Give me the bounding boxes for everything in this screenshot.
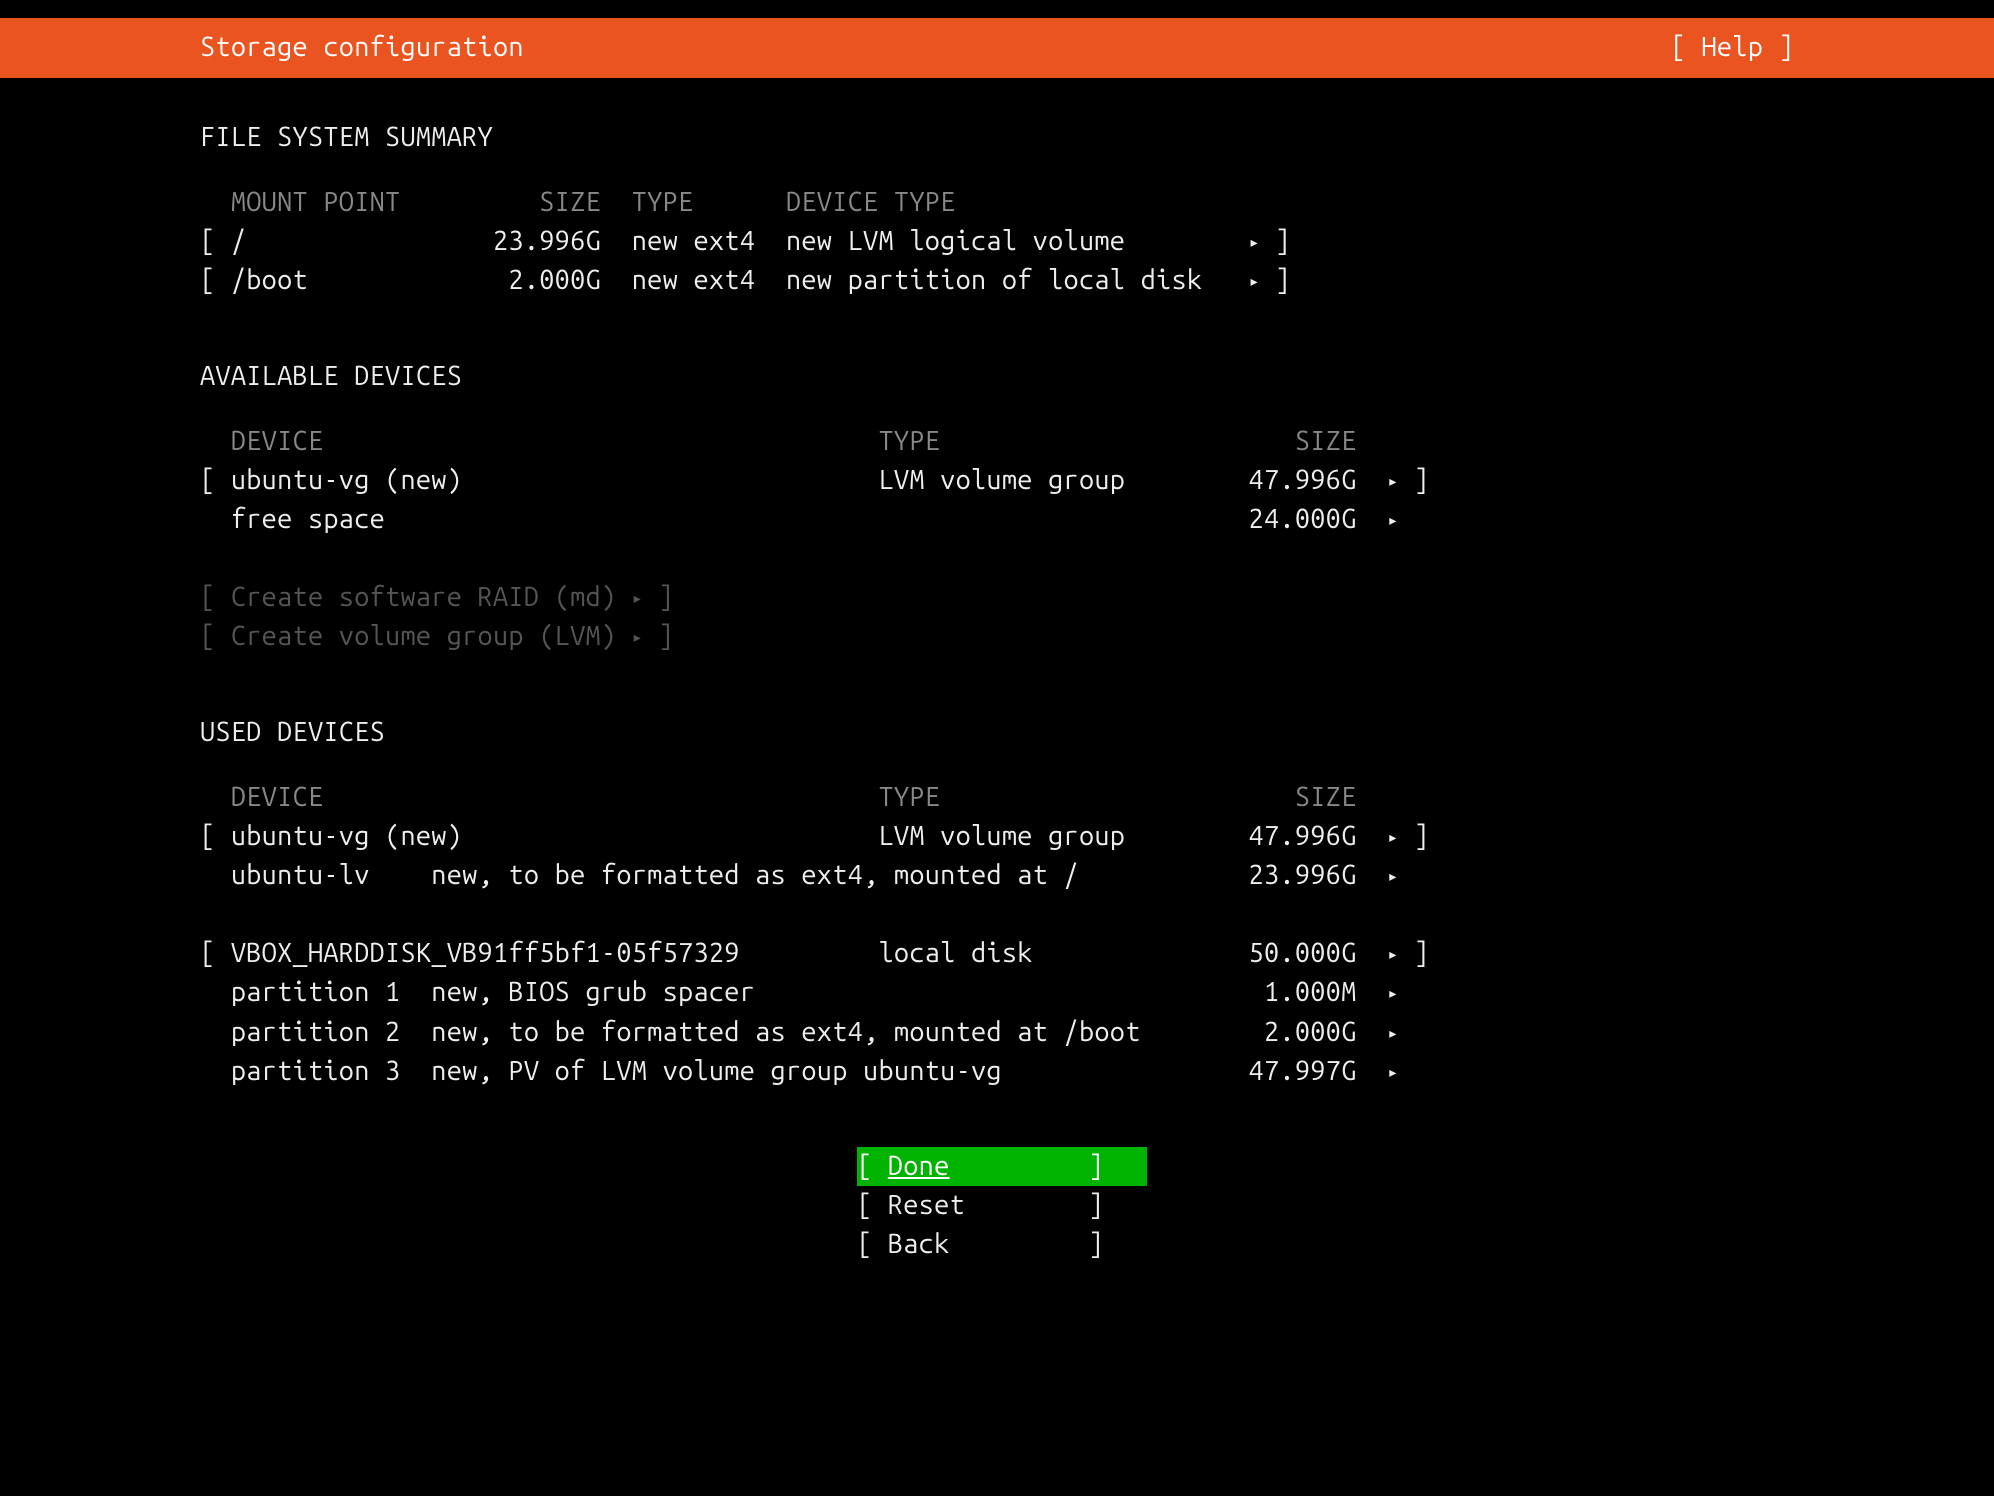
section-title-used: USED DEVICES <box>200 713 1804 752</box>
back-button[interactable]: [ Back ] <box>857 1225 1147 1264</box>
section-title-fs-summary: FILE SYSTEM SUMMARY <box>200 118 1804 157</box>
chevron-right-icon: ▸ <box>1387 1023 1398 1043</box>
chevron-right-icon: ▸ <box>1249 271 1260 291</box>
used-device-row[interactable]: [ ubuntu-vg (new) LVM volume group 47.99… <box>200 817 1804 856</box>
fs-summary-row[interactable]: [ /boot 2.000G new ext4 new partition of… <box>200 261 1804 300</box>
available-device-row[interactable]: free space 24.000G ▸ <box>200 500 1804 539</box>
file-system-summary-section: FILE SYSTEM SUMMARY MOUNT POINT SIZE TYP… <box>200 118 1804 301</box>
create-lvm-button[interactable]: [ Create volume group (LVM) ▸ ] <box>200 617 1804 656</box>
available-devices-section: AVAILABLE DEVICES DEVICE TYPE SIZE[ ubun… <box>200 357 1804 657</box>
chevron-right-icon: ▸ <box>1387 944 1398 964</box>
used-device-row[interactable]: [ VBOX_HARDDISK_VB91ff5bf1-05f57329 loca… <box>200 934 1804 973</box>
chevron-right-icon: ▸ <box>632 588 643 608</box>
chevron-right-icon: ▸ <box>632 627 643 647</box>
used-device-child-row[interactable]: ubuntu-lv new, to be formatted as ext4, … <box>200 856 1804 895</box>
used-device-child-row[interactable]: partition 2 new, to be formatted as ext4… <box>200 1013 1804 1052</box>
used-devices-section: USED DEVICES DEVICE TYPE SIZE[ ubuntu-vg… <box>200 713 1804 1091</box>
chevron-right-icon: ▸ <box>1387 471 1398 491</box>
chevron-right-icon: ▸ <box>1249 232 1260 252</box>
create-raid-button[interactable]: [ Create software RAID (md) ▸ ] <box>200 578 1804 617</box>
done-button[interactable]: [ Done ] <box>857 1147 1147 1186</box>
used-device-child-row[interactable]: partition 3 new, PV of LVM volume group … <box>200 1052 1804 1091</box>
available-header-row: DEVICE TYPE SIZE <box>200 422 1804 461</box>
used-header-row: DEVICE TYPE SIZE <box>200 778 1804 817</box>
chevron-right-icon: ▸ <box>1387 1062 1398 1082</box>
used-device-child-row[interactable]: partition 1 new, BIOS grub spacer 1.000M… <box>200 973 1804 1012</box>
action-buttons: [ Done ] [ Reset ] [ Back ] <box>200 1147 1804 1264</box>
header-bar: Storage configuration [ Help ] <box>0 18 1994 78</box>
chevron-right-icon: ▸ <box>1387 827 1398 847</box>
chevron-right-icon: ▸ <box>1387 866 1398 886</box>
section-title-available: AVAILABLE DEVICES <box>200 357 1804 396</box>
reset-button[interactable]: [ Reset ] <box>857 1186 1147 1225</box>
fs-summary-row[interactable]: [ / 23.996G new ext4 new LVM logical vol… <box>200 222 1804 261</box>
fs-summary-header-row: MOUNT POINT SIZE TYPE DEVICE TYPE <box>200 183 1804 222</box>
available-device-row[interactable]: [ ubuntu-vg (new) LVM volume group 47.99… <box>200 461 1804 500</box>
chevron-right-icon: ▸ <box>1387 510 1398 530</box>
chevron-right-icon: ▸ <box>1387 983 1398 1003</box>
page-title: Storage configuration <box>0 28 524 67</box>
help-button[interactable]: [ Help ] <box>1671 28 1994 67</box>
